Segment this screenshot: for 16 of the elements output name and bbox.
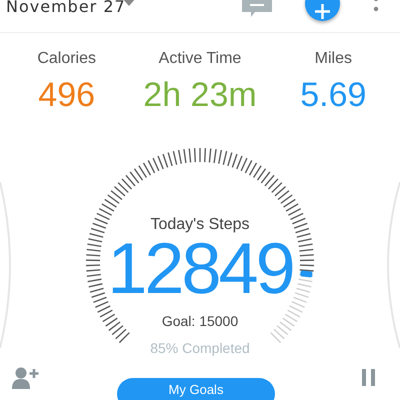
stat-label: Miles xyxy=(314,49,353,69)
add-person-icon[interactable] xyxy=(12,367,39,389)
steps-count: 12849 xyxy=(107,232,293,305)
caret-icon[interactable] xyxy=(122,0,136,7)
stat-value: 5.69 xyxy=(299,75,368,116)
stat-label: Calories xyxy=(36,49,97,69)
goal-label: Goal: 15000 xyxy=(162,312,238,331)
stat-value: 496 xyxy=(37,75,96,116)
stat-label: Active Time xyxy=(158,49,242,69)
progress-marker xyxy=(300,270,313,278)
pause-icon[interactable] xyxy=(361,369,377,386)
completed-label: 85% Completed xyxy=(150,338,250,358)
chat-icon[interactable] xyxy=(242,0,272,18)
date-label[interactable]: November 27 xyxy=(6,0,126,16)
steps-title: Today's Steps xyxy=(150,214,250,235)
stat-value: 2h 23m xyxy=(142,75,258,116)
